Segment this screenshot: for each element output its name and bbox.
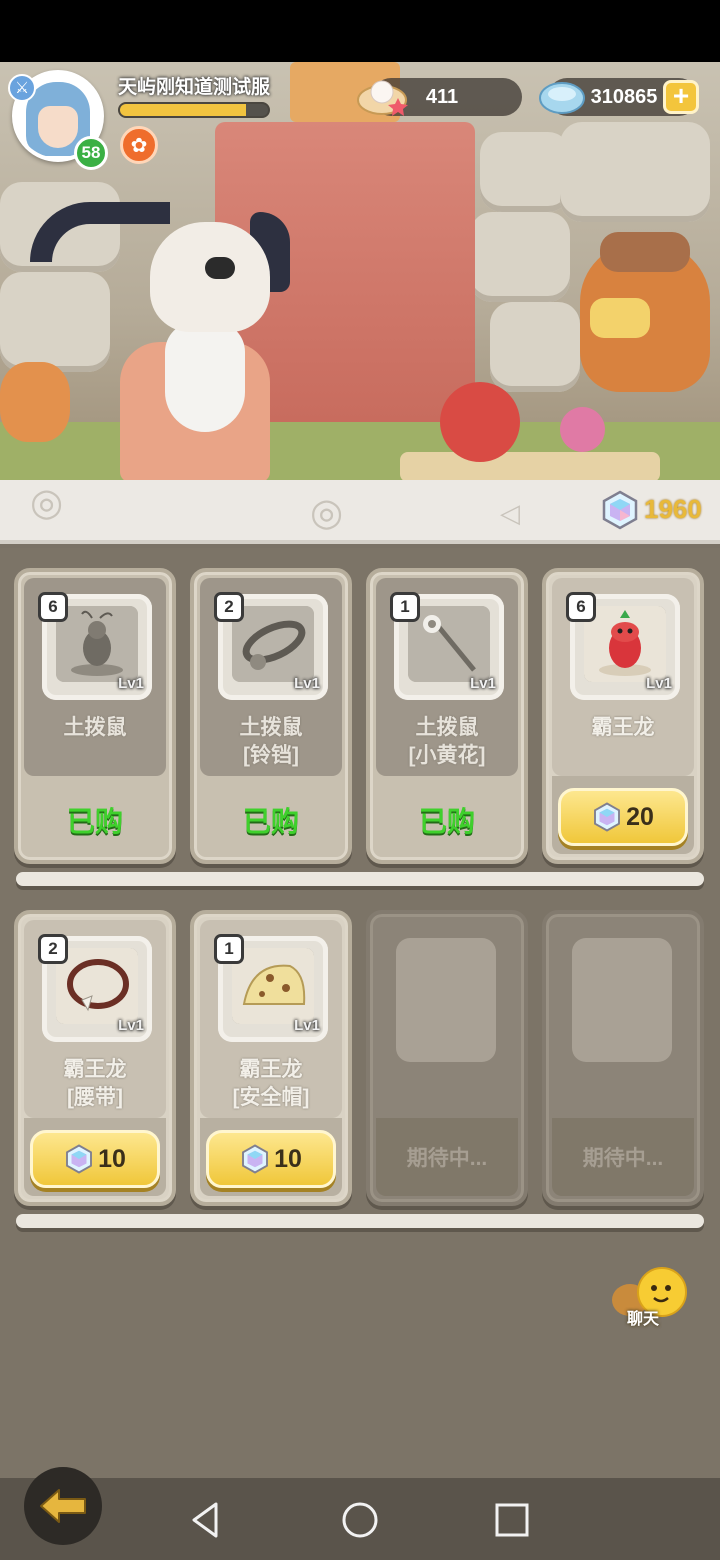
shop-card-2[interactable]: Lv1 2 土拨鼠 [铃铛] 已购	[190, 568, 352, 864]
shop-card-empty-1: 期待中...	[366, 910, 528, 1206]
exp-bar-fill	[120, 104, 246, 116]
buy-button[interactable]: 10	[30, 1130, 160, 1188]
item-level: Lv1	[118, 1017, 144, 1034]
shop-card-empty-2: 期待中...	[542, 910, 704, 1206]
shell-count: 310865	[590, 86, 658, 108]
shop-card-3[interactable]: Lv1 1 土拨鼠 [小黄花] 已购	[366, 568, 528, 864]
item-quantity: 2	[38, 934, 68, 964]
rainbow-gem-icon	[602, 490, 638, 530]
nav-home-icon[interactable]	[340, 1500, 380, 1540]
item-price: 10	[98, 1144, 126, 1173]
item-name: 霸王龙 [安全帽]	[232, 1058, 310, 1109]
belt-icon	[56, 948, 138, 1024]
game-scene	[0, 62, 720, 480]
trex-figure-icon	[584, 606, 666, 682]
nav-recent-apps-icon[interactable]	[492, 1500, 532, 1540]
item-quantity: 2	[214, 592, 244, 622]
bell-collar-icon	[232, 606, 314, 682]
pending-label: 期待中...	[406, 1147, 488, 1170]
item-price: 20	[626, 802, 654, 831]
item-quantity: 1	[214, 934, 244, 964]
item-quantity: 6	[566, 592, 596, 622]
gopher-statue-icon	[56, 606, 138, 682]
exp-bar	[118, 102, 270, 118]
item-price: 10	[274, 1144, 302, 1173]
item-level: Lv1	[294, 1017, 320, 1034]
purchased-label: 已购	[66, 806, 123, 837]
player-level-badge: 58	[74, 136, 108, 170]
shop-card-5[interactable]: Lv1 2 霸王龙 [腰带] 10	[14, 910, 176, 1206]
shop-card-1[interactable]: Lv1 6 土拨鼠 已购	[14, 568, 176, 864]
rainbow-gem-icon	[594, 802, 621, 832]
status-bar	[0, 0, 720, 62]
flower-staff-icon	[408, 606, 490, 682]
item-name: 土拨鼠 [铃铛]	[239, 716, 303, 767]
item-level: Lv1	[646, 675, 672, 692]
title-badge-icon[interactable]: ✿	[120, 126, 158, 164]
sword-icon: ⚔	[8, 74, 36, 102]
blue-shell-icon	[539, 82, 585, 114]
game-back-button[interactable]	[24, 1467, 102, 1545]
shop-card-4[interactable]: Lv1 6 霸王龙 20	[542, 568, 704, 864]
shelf-divider	[16, 1214, 704, 1228]
item-level: Lv1	[294, 675, 320, 692]
pearl-shell-icon	[357, 80, 408, 116]
chat-label: 聊天	[627, 1311, 660, 1328]
buy-button[interactable]: 20	[558, 788, 688, 846]
rainbow-gem-icon	[242, 1144, 269, 1174]
purchased-label: 已购	[418, 806, 475, 837]
item-name: 霸王龙	[591, 716, 655, 739]
player-character[interactable]	[30, 172, 310, 480]
empty-slot	[396, 938, 496, 1062]
item-quantity: 6	[38, 592, 68, 622]
item-name: 霸王龙 [腰带]	[63, 1058, 127, 1109]
back-arrow-icon	[40, 1489, 86, 1523]
empty-slot	[572, 938, 672, 1062]
shelf-divider	[16, 872, 704, 886]
item-name: 土拨鼠	[63, 716, 127, 739]
helmet-icon	[232, 948, 314, 1024]
item-level: Lv1	[118, 675, 144, 692]
pending-label: 期待中...	[582, 1147, 664, 1170]
item-name: 土拨鼠 [小黄花]	[408, 716, 486, 767]
pearl-count: 411	[425, 86, 459, 108]
gem-balance: 1960	[644, 494, 702, 524]
shop-card-6[interactable]: Lv1 1 霸王龙 [安全帽] 10	[190, 910, 352, 1206]
nav-back-icon[interactable]	[186, 1500, 226, 1540]
add-currency-button[interactable]: +	[663, 80, 699, 114]
rainbow-gem-icon	[66, 1144, 93, 1174]
player-name: 天屿刚知道测试服	[118, 77, 271, 98]
item-level: Lv1	[470, 675, 496, 692]
buy-button[interactable]: 10	[206, 1130, 336, 1188]
item-quantity: 1	[390, 592, 420, 622]
purchased-label: 已购	[242, 806, 299, 837]
